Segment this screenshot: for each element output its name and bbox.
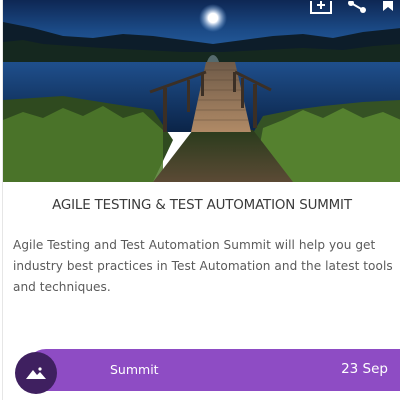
category-badge[interactable] [15, 352, 57, 394]
add-to-calendar-button[interactable] [303, 0, 339, 16]
mountain-icon [26, 367, 46, 379]
share-button[interactable] [339, 0, 375, 16]
share-icon [348, 1, 366, 13]
event-category[interactable]: Summit [110, 362, 159, 377]
event-description: Agile Testing and Test Automation Summit… [13, 238, 393, 294]
bookmark-button[interactable] [375, 0, 400, 16]
bookmark-icon [383, 1, 393, 11]
add-to-calendar-icon [310, 1, 332, 14]
event-card[interactable]: AGILE TESTING & TEST AUTOMATION SUMMIT A… [2, 0, 400, 400]
event-hero-image[interactable] [3, 0, 400, 182]
event-date: 23 Sep [341, 361, 388, 377]
event-title[interactable]: AGILE TESTING & TEST AUTOMATION SUMMIT [3, 198, 400, 213]
